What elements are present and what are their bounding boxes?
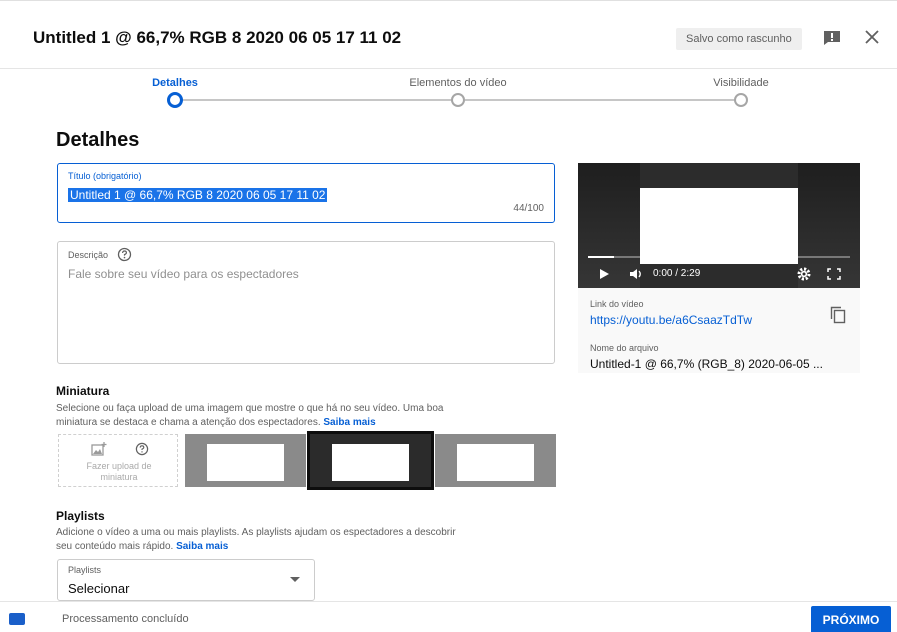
playlists-select[interactable]: Playlists Selecionar (57, 559, 315, 601)
step-label-details[interactable]: Detalhes (152, 77, 198, 89)
video-preview-card: 0:00 / 2:29 Link do vídeo https://youtu.… (578, 163, 860, 373)
upload-stepper: Detalhes Elementos do vídeo Visibilidade (0, 69, 897, 123)
title-field-label: Título (obrigatório) (68, 171, 142, 181)
help-icon[interactable] (135, 442, 149, 456)
feedback-icon[interactable] (823, 30, 841, 46)
upload-thumbnail-label-line2: miniatura (100, 472, 138, 482)
section-heading: Detalhes (56, 129, 140, 151)
add-image-icon (91, 442, 107, 456)
title-char-count: 44/100 (513, 203, 544, 214)
next-button[interactable]: PRÓXIMO (811, 606, 891, 632)
processing-status-icon (9, 613, 25, 625)
playlists-description-line2: seu conteúdo mais rápido. (56, 541, 174, 552)
thumbnail-image (332, 444, 409, 481)
playlists-learn-more-link[interactable]: Saiba mais (176, 541, 228, 552)
copy-icon[interactable] (830, 306, 846, 324)
upload-thumbnail-button[interactable]: Fazer upload de miniatura (58, 434, 178, 487)
thumbnail-description-line2: miniatura se destaca e chama a atenção d… (56, 417, 321, 428)
playlists-description: Adicione o vídeo a uma ou mais playlists… (56, 526, 576, 554)
step-dot-video-elements[interactable] (451, 93, 465, 107)
file-name: Untitled-1 @ 66,7% (RGB_8) 2020-06-05 ..… (590, 357, 823, 371)
progress-fill (588, 256, 615, 258)
thumbnail-option[interactable] (185, 434, 306, 487)
fullscreen-icon[interactable] (827, 266, 841, 282)
thumbnail-option[interactable] (435, 434, 556, 487)
step-connector (465, 99, 735, 101)
upload-dialog: Untitled 1 @ 66,7% RGB 8 2020 06 05 17 1… (0, 0, 897, 632)
caret-down-icon (290, 577, 300, 582)
thumbnail-description: Selecione ou faça upload de uma imagem q… (56, 402, 576, 430)
playlists-description-line1: Adicione o vídeo a uma ou mais playlists… (56, 527, 456, 538)
dialog-footer: Processamento concluído PRÓXIMO (0, 601, 897, 632)
thumbnail-image (207, 444, 284, 481)
help-icon[interactable] (117, 247, 132, 262)
volume-icon[interactable] (628, 266, 644, 282)
settings-icon[interactable] (796, 266, 812, 282)
dialog-header: Untitled 1 @ 66,7% RGB 8 2020 06 05 17 1… (0, 1, 897, 69)
playlists-select-value: Selecionar (68, 581, 130, 596)
progress-bar[interactable] (588, 256, 850, 258)
dialog-title: Untitled 1 @ 66,7% RGB 8 2020 06 05 17 1… (33, 28, 402, 47)
playlists-heading: Playlists (56, 509, 105, 523)
title-field-value[interactable]: Untitled 1 @ 66,7% RGB 8 2020 06 05 17 1… (68, 188, 328, 202)
thumbnail-image (457, 444, 534, 481)
draft-status-badge: Salvo como rascunho (676, 28, 802, 50)
title-field[interactable]: Título (obrigatório) Untitled 1 @ 66,7% … (57, 163, 555, 223)
video-time: 0:00 / 2:29 (653, 268, 701, 279)
description-field[interactable]: Descrição Fale sobre seu vídeo para os e… (57, 241, 555, 364)
upload-thumbnail-label-line1: Fazer upload de (86, 461, 152, 471)
video-frame (640, 188, 798, 264)
play-icon[interactable] (598, 266, 610, 282)
description-field-label: Descrição (68, 250, 109, 260)
thumbnail-learn-more-link[interactable]: Saiba mais (323, 417, 375, 428)
file-name-label: Nome do arquivo (590, 343, 659, 353)
step-label-visibility[interactable]: Visibilidade (713, 77, 768, 89)
thumbnail-description-line1: Selecione ou faça upload de uma imagem q… (56, 403, 444, 414)
step-dot-details[interactable] (167, 92, 183, 108)
thumbnail-heading: Miniatura (56, 384, 110, 398)
video-link[interactable]: https://youtu.be/a6CsaazTdTw (590, 313, 752, 327)
processing-status: Processamento concluído (62, 613, 189, 625)
video-link-label: Link do vídeo (590, 299, 644, 309)
thumbnail-option-selected[interactable] (307, 431, 434, 490)
video-player[interactable]: 0:00 / 2:29 (578, 163, 860, 288)
step-label-video-elements[interactable]: Elementos do vídeo (409, 77, 506, 89)
step-dot-visibility[interactable] (734, 93, 748, 107)
description-placeholder: Fale sobre seu vídeo para os espectadore… (68, 267, 299, 281)
upload-thumbnail-label: Fazer upload de miniatura (59, 461, 179, 483)
playlists-select-label: Playlists (68, 565, 102, 575)
step-connector (182, 99, 455, 101)
close-icon[interactable] (863, 28, 881, 46)
